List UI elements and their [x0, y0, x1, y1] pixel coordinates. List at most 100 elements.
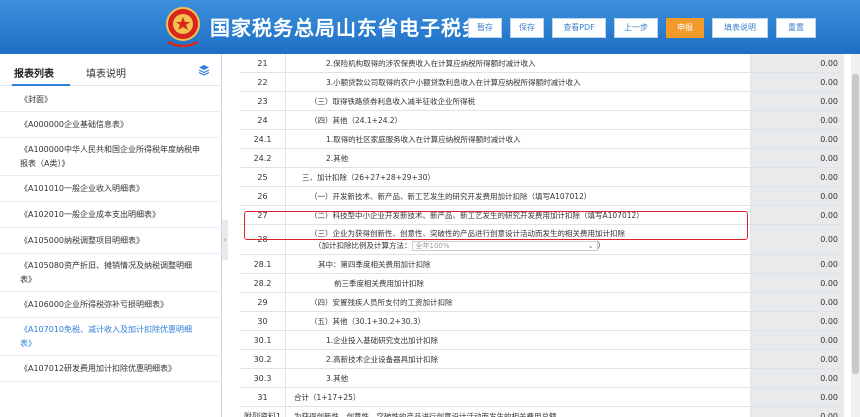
sidebar-tabs: 报表列表 填表说明	[0, 54, 222, 86]
layers-icon[interactable]	[198, 64, 210, 76]
row-number: 附列资料1	[240, 407, 286, 417]
deduction-ratio-select[interactable]: 全年100% ⌄	[411, 241, 598, 251]
row-description: （五）其他（30.1+30.2+30.3）	[310, 317, 426, 326]
row-description: 三、加计扣除（26+27+28+29+30）	[302, 173, 435, 182]
row-description: 2.其他	[326, 154, 349, 163]
row-value[interactable]: 0.00	[750, 92, 844, 110]
row-number: 31	[240, 388, 286, 406]
tax-emblem-logo	[166, 7, 200, 48]
temp-save-button[interactable]: 暂存	[468, 18, 502, 38]
row-value[interactable]: 0.00	[750, 369, 844, 387]
row-description-line1: （三）企业为获得创新性、创意性、突破性的产品进行创意设计活动而发生的相关费用加计…	[310, 229, 625, 238]
row-value[interactable]: 0.00	[750, 274, 844, 292]
save-button[interactable]: 保存	[510, 18, 544, 38]
table-row: 29 （四）安置残疾人员所支付的工资加计扣除 0.00	[240, 293, 844, 312]
table-row: 28.2 前三季度相关费用加计扣除 0.00	[240, 274, 844, 293]
table-row: 附列资料1 为获得创新性、创意性、突破性的产品进行创意设计活动而发生的相关费用总额…	[240, 407, 844, 417]
table-row: 26 （一）开发新技术、新产品、新工艺发生的研究开发费用加计扣除（填写A10701…	[240, 187, 844, 206]
row-value[interactable]: 0.00	[750, 187, 844, 205]
row-description: 为获得创新性、创意性、突破性的产品进行创意设计活动而发生的相关费用总额	[294, 412, 557, 417]
app-title: 国家税务总局山东省电子税务局	[210, 16, 504, 40]
sidebar-item-a107010[interactable]: 《A107010免税、减计收入及加计扣除优惠明细表》	[0, 318, 222, 356]
deduction-ratio-value: 全年100%	[415, 242, 450, 250]
row-description: 1.企业投入基础研究支出加计扣除	[326, 336, 439, 345]
row-description: 1.取得的社区家庭服务收入在计算应纳税所得额时减计收入	[326, 135, 521, 144]
table-row: 23 （三）取得铁路债券利息收入减半征收企业所得税 0.00	[240, 92, 844, 111]
table-row: 25 三、加计扣除（26+27+28+29+30） 0.00	[240, 168, 844, 187]
row-description: 前三季度相关费用加计扣除	[334, 279, 424, 288]
chevron-down-icon: ⌄	[587, 242, 594, 250]
row-description: （四）安置残疾人员所支付的工资加计扣除	[310, 298, 453, 307]
instructions-button[interactable]: 填表说明	[712, 18, 768, 38]
row-description: 合计（1+17+25）	[294, 393, 361, 402]
row-value[interactable]: 0.00	[750, 255, 844, 273]
table-row: 28.1 其中：第四季度相关费用加计扣除 0.00	[240, 255, 844, 274]
tab-report-list[interactable]: 报表列表	[14, 65, 54, 80]
row-number: 23	[240, 92, 286, 110]
view-pdf-button[interactable]: 查看PDF	[552, 18, 606, 38]
table-row: 21 2.保险机构取得的涉农保费收入在计算应纳税所得额时减计收入 0.00	[240, 54, 844, 73]
table-row: 24.1 1.取得的社区家庭服务收入在计算应纳税所得额时减计收入 0.00	[240, 130, 844, 149]
table-row: 30.3 3.其他 0.00	[240, 369, 844, 388]
row-number: 29	[240, 293, 286, 311]
sidebar-item-a106000[interactable]: 《A106000企业所得税弥补亏损明细表》	[0, 292, 222, 318]
table-row: 22 3.小额贷款公司取得的农户小额贷款利息收入在计算应纳税所得额时减计收入 0.0…	[240, 73, 844, 92]
row-value[interactable]: 0.00	[750, 293, 844, 311]
table-row: 31 合计（1+17+25） 0.00	[240, 388, 844, 407]
table-row: 30 （五）其他（30.1+30.2+30.3） 0.00	[240, 312, 844, 331]
row-value[interactable]: 0.00	[750, 331, 844, 349]
row-number: 24.2	[240, 149, 286, 167]
row-description: 2.保险机构取得的涉农保费收入在计算应纳税所得额时减计收入	[326, 59, 536, 68]
row-number: 27	[240, 206, 286, 224]
table-row: 24.2 2.其他 0.00	[240, 149, 844, 168]
row-value[interactable]: 0.00	[750, 73, 844, 91]
sidebar: 报表列表 填表说明 《封面》 《A000000企业基础信息表》 《A100000…	[0, 54, 222, 417]
row-number: 25	[240, 168, 286, 186]
row-number: 26	[240, 187, 286, 205]
sidebar-item-cover[interactable]: 《封面》	[0, 88, 222, 112]
vertical-scrollbar[interactable]	[851, 54, 860, 417]
previous-step-button[interactable]: 上一步	[614, 18, 658, 38]
row-number: 24.1	[240, 130, 286, 148]
app-header: 国家税务总局山东省电子税务局 暂存 保存 查看PDF 上一步 申报 填表说明 重…	[0, 0, 860, 54]
table-row: 30.2 2.高新技术企业设备器具加计扣除 0.00	[240, 350, 844, 369]
row-value[interactable]: 0.00	[750, 225, 844, 254]
row-description: 3.小额贷款公司取得的农户小额贷款利息收入在计算应纳税所得额时减计收入	[326, 78, 581, 87]
reset-button[interactable]: 重置	[776, 18, 816, 38]
row-value[interactable]: 0.00	[750, 130, 844, 148]
sidebar-collapse-handle[interactable]: ‹	[222, 220, 228, 260]
row-number: 28	[240, 225, 286, 254]
sidebar-item-a107012[interactable]: 《A107012研发费用加计扣除优惠明细表》	[0, 356, 222, 382]
row-value[interactable]: 0.00	[750, 312, 844, 330]
row-value[interactable]: 0.00	[750, 388, 844, 406]
row-number: 30.1	[240, 331, 286, 349]
row-value[interactable]: 0.00	[750, 206, 844, 224]
sidebar-item-a105000[interactable]: 《A105000纳税调整项目明细表》	[0, 228, 222, 254]
table-row: 24 （四）其他（24.1+24.2） 0.00	[240, 111, 844, 130]
deduction-method-close: ）	[597, 241, 606, 250]
row-value[interactable]: 0.00	[750, 111, 844, 129]
submit-button[interactable]: 申报	[666, 18, 704, 38]
row-value[interactable]: 0.00	[750, 168, 844, 186]
row-value[interactable]: 0.00	[750, 54, 844, 72]
row-description: 2.高新技术企业设备器具加计扣除	[326, 355, 439, 364]
row-description: （四）其他（24.1+24.2）	[310, 116, 403, 125]
row-number: 30	[240, 312, 286, 330]
row-value[interactable]: 0.00	[750, 149, 844, 167]
row-number: 24	[240, 111, 286, 129]
row-value[interactable]: 0.00	[750, 350, 844, 368]
row-number: 22	[240, 73, 286, 91]
sidebar-item-a101010[interactable]: 《A101010一般企业收入明细表》	[0, 176, 222, 202]
sidebar-item-a105080[interactable]: 《A105080资产折旧、摊销情况及纳税调整明细表》	[0, 254, 222, 292]
active-tab-underline	[12, 84, 70, 86]
scrollbar-thumb[interactable]	[852, 74, 859, 374]
row-number: 21	[240, 54, 286, 72]
sidebar-item-a100000[interactable]: 《A100000中华人民共和国企业所得税年度纳税申报表（A类）》	[0, 138, 222, 176]
sidebar-item-a000000[interactable]: 《A000000企业基础信息表》	[0, 112, 222, 138]
tab-instructions[interactable]: 填表说明	[86, 65, 126, 80]
row-value[interactable]: 0.00	[750, 407, 844, 417]
sidebar-item-a102010[interactable]: 《A102010一般企业成本支出明细表》	[0, 202, 222, 228]
row-description: （三）企业为获得创新性、创意性、突破性的产品进行创意设计活动而发生的相关费用加计…	[288, 225, 748, 254]
row-number: 30.2	[240, 350, 286, 368]
table-row: 27 （二）科技型中小企业开发新技术、新产品、新工艺发生的研究开发费用加计扣除（填…	[240, 206, 844, 225]
